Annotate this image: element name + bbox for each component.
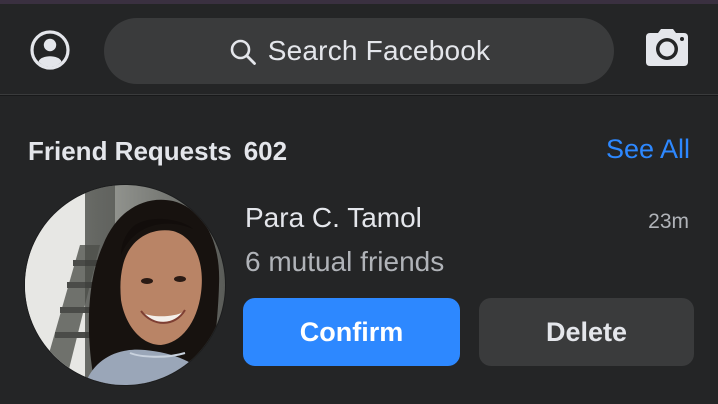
camera-icon — [646, 29, 688, 66]
top-bar: Search Facebook — [0, 0, 718, 95]
top-strip — [0, 0, 718, 4]
search-placeholder: Search Facebook — [267, 35, 491, 66]
camera-button[interactable] — [644, 28, 690, 68]
request-time: 23m — [648, 210, 689, 233]
mutual-friends[interactable]: 6 mutual friends — [245, 246, 444, 278]
profile-button[interactable] — [28, 28, 72, 72]
user-circle-icon — [30, 30, 70, 70]
section-title: Friend Requests 602 — [28, 136, 287, 167]
friend-requests-section: Friend Requests 602 See All Para C. Tamo… — [0, 96, 718, 404]
section-title-label: Friend Requests — [28, 136, 232, 166]
avatar[interactable] — [24, 184, 226, 386]
search-icon — [230, 39, 256, 65]
request-count: 602 — [243, 136, 288, 166]
request-name[interactable]: Para C. Tamol — [245, 202, 422, 234]
search-input[interactable]: Search Facebook — [104, 18, 614, 84]
avatar-photo — [25, 185, 225, 385]
delete-button[interactable]: Delete — [479, 298, 694, 366]
confirm-button[interactable]: Confirm — [243, 298, 460, 366]
see-all-link[interactable]: See All — [606, 134, 690, 165]
